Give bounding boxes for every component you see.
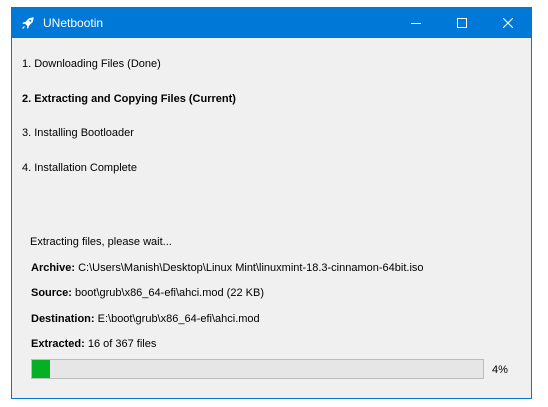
step-installation-complete: 4. Installation Complete (22, 162, 137, 174)
extracted-label: Extracted: (31, 338, 85, 350)
destination-value: E:\boot\grub\x86_64-efi\ahci.mod (97, 313, 260, 325)
minimize-icon (411, 23, 421, 24)
archive-value: C:\Users\Manish\Desktop\Linux Mint\linux… (78, 262, 424, 274)
step-extracting: 2. Extracting and Copying Files (Current… (22, 93, 236, 105)
progress-fill (32, 360, 51, 378)
archive-label: Archive: (31, 262, 76, 274)
minimize-button[interactable] (393, 8, 439, 38)
close-button[interactable] (485, 8, 531, 38)
source-value: boot\grub\x86_64-efi\ahci.mod (22 KB) (75, 287, 264, 299)
step-installing-bootloader: 3. Installing Bootloader (22, 127, 134, 139)
source-label: Source: (31, 287, 72, 299)
destination-label: Destination: (31, 313, 95, 325)
extracted-value: 16 of 367 files (87, 338, 157, 350)
window-title: UNetbootin (43, 16, 104, 30)
maximize-icon (457, 18, 467, 28)
archive-row: Archive: C:\Users\Manish\Desktop\Linux M… (31, 262, 424, 275)
rocket-icon (21, 16, 35, 30)
close-icon (503, 18, 513, 28)
step-downloading: 1. Downloading Files (Done) (22, 58, 161, 70)
title-bar[interactable]: UNetbootin (12, 8, 531, 38)
unetbootin-window: UNetbootin 1. Downloading Files (Done) 2… (11, 7, 532, 399)
destination-row: Destination: E:\boot\grub\x86_64-efi\ahc… (31, 313, 260, 326)
status-text: Extracting files, please wait... (30, 236, 172, 248)
extracted-row: Extracted: 16 of 367 files (31, 338, 156, 351)
source-row: Source: boot\grub\x86_64-efi\ahci.mod (2… (31, 287, 264, 300)
progress-bar (31, 359, 484, 379)
progress-percent: 4% (492, 364, 508, 376)
maximize-button[interactable] (439, 8, 485, 38)
content-area: 1. Downloading Files (Done) 2. Extractin… (12, 38, 531, 398)
